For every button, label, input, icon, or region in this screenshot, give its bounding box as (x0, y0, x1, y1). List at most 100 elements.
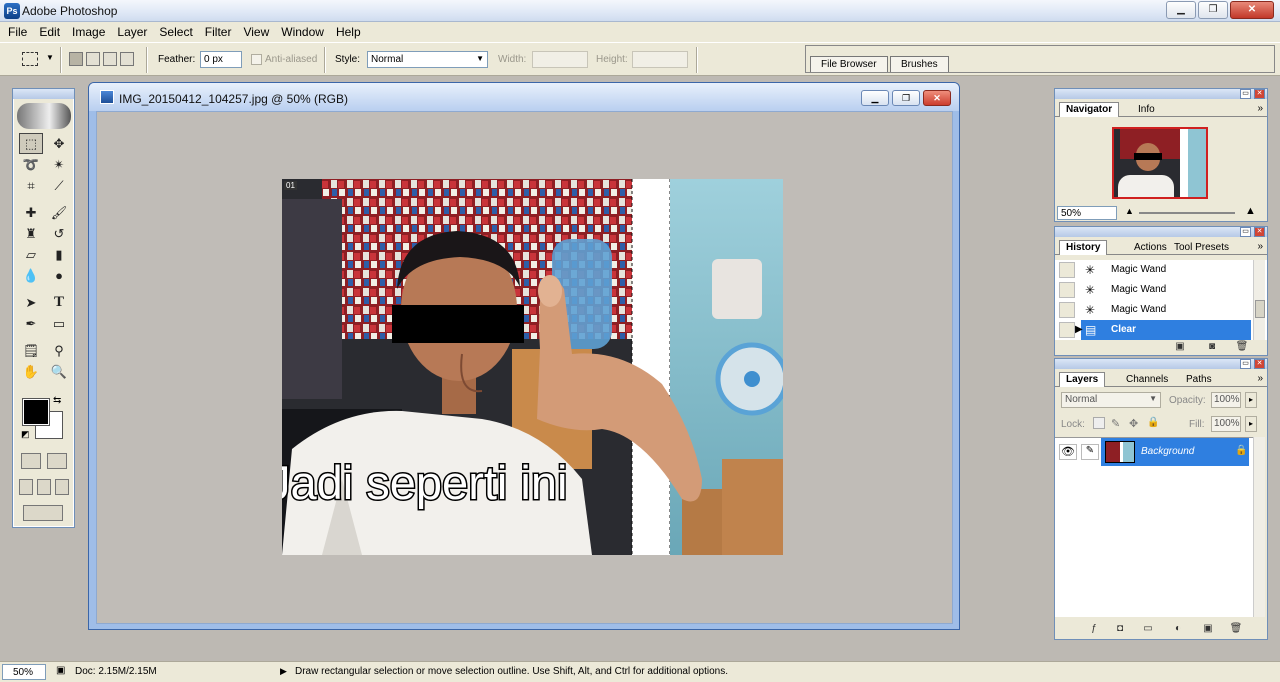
subtract-selection-icon[interactable] (103, 52, 117, 66)
tool-preset-dropdown-icon[interactable]: ▼ (46, 53, 54, 62)
new-snapshot-icon[interactable]: ◙ (1205, 341, 1219, 353)
pen-tool-icon[interactable]: ✒ (19, 313, 43, 334)
menu-help[interactable]: Help (330, 22, 367, 42)
move-tool-icon[interactable]: ✥ (47, 133, 71, 154)
dodge-tool-icon[interactable]: ● (47, 265, 71, 286)
healing-brush-tool-icon[interactable]: ✚ (19, 202, 43, 223)
history-item-selected[interactable]: ▶ ▤ Clear (1055, 320, 1255, 340)
panel-minimize-icon[interactable]: ▭ (1240, 89, 1251, 99)
clone-stamp-tool-icon[interactable]: ♜ (19, 223, 43, 244)
lock-move-icon[interactable]: ✥ (1129, 417, 1138, 430)
zoom-tool-icon[interactable]: 🔍 (47, 361, 71, 382)
tab-paths[interactable]: Paths (1179, 372, 1219, 387)
rectangle-tool-icon[interactable]: ▭ (47, 313, 71, 334)
document-canvas[interactable]: 01 Jadi seperti ini (96, 111, 953, 624)
lock-all-icon[interactable]: 🔒 (1147, 417, 1159, 428)
intersect-selection-icon[interactable] (120, 52, 134, 66)
history-item[interactable]: ✳ Magic Wand (1055, 300, 1255, 320)
tab-tool-presets[interactable]: Tool Presets (1167, 240, 1236, 255)
navigator-zoom-field[interactable]: 50% (1057, 206, 1117, 220)
panel-minimize-icon[interactable]: ▭ (1240, 227, 1251, 237)
trash-icon[interactable]: 🗑 (1235, 341, 1249, 353)
rectangular-marquee-tool-icon[interactable]: ⬚ (19, 133, 43, 154)
trash-icon[interactable]: 🗑 (1229, 623, 1243, 635)
layers-panel-header[interactable]: ▭ ✕ (1055, 359, 1267, 369)
foreground-color-swatch[interactable] (22, 398, 50, 426)
opacity-arrow-icon[interactable]: ▸ (1245, 392, 1257, 408)
navigator-preview[interactable] (1112, 127, 1208, 199)
status-arrow-icon[interactable]: ▶ (280, 666, 287, 677)
opacity-field[interactable]: 100% (1211, 392, 1241, 408)
navigator-panel-header[interactable]: ▭ ✕ (1055, 89, 1267, 99)
layer-row[interactable]: 👁 ✎ Background 🔒 (1055, 438, 1255, 466)
full-screen-menu-mode-icon[interactable] (37, 479, 51, 495)
doc-close-button[interactable]: ✕ (923, 90, 951, 106)
brush-tool-icon[interactable]: 🖌 (47, 202, 71, 223)
photo-image[interactable]: 01 Jadi seperti ini (282, 179, 783, 555)
layer-style-icon[interactable]: ƒ (1087, 623, 1101, 635)
tab-info[interactable]: Info (1131, 102, 1162, 117)
navigator-zoom-slider[interactable] (1139, 212, 1235, 214)
full-screen-mode-icon[interactable] (55, 479, 69, 495)
blur-tool-icon[interactable]: 💧 (19, 265, 43, 286)
eye-icon[interactable]: 👁 (1059, 444, 1077, 460)
slice-tool-icon[interactable]: ⟋ (47, 175, 71, 196)
minimize-button[interactable]: ▁ (1166, 1, 1196, 19)
layers-scrollbar[interactable] (1253, 437, 1265, 617)
brush-link-icon[interactable]: ✎ (1081, 444, 1099, 460)
standard-mode-icon[interactable] (21, 453, 41, 469)
jump-to-imageready-icon[interactable] (23, 505, 63, 521)
eraser-tool-icon[interactable]: ▱ (19, 244, 43, 265)
adjustment-layer-icon[interactable]: ◐ (1171, 623, 1185, 635)
adobe-feather-logo[interactable] (17, 103, 71, 129)
status-zoom-field[interactable]: 50% (2, 664, 46, 680)
layer-mask-icon[interactable]: ◘ (1113, 623, 1127, 635)
history-brush-tool-icon[interactable]: ↺ (47, 223, 71, 244)
doc-restore-button[interactable]: ❐ (892, 90, 920, 106)
doc-minimize-button[interactable]: ▁ (861, 90, 889, 106)
blend-mode-select[interactable]: Normal ▼ (1061, 392, 1161, 408)
toolbox-header[interactable] (13, 89, 74, 99)
add-selection-icon[interactable] (86, 52, 100, 66)
menu-edit[interactable]: Edit (33, 22, 66, 42)
panel-close-icon[interactable]: ✕ (1254, 227, 1265, 237)
history-snapshot-checkbox[interactable] (1059, 302, 1075, 318)
close-button[interactable]: ✕ (1230, 1, 1274, 19)
crop-tool-icon[interactable]: ⌗ (19, 175, 43, 196)
path-selection-tool-icon[interactable]: ➤ (19, 292, 43, 313)
menu-file[interactable]: File (2, 22, 33, 42)
new-selection-icon[interactable] (69, 52, 83, 66)
type-tool-icon[interactable]: T (47, 292, 71, 313)
tab-navigator[interactable]: Navigator (1059, 102, 1120, 117)
marquee-tool-preset-icon[interactable] (22, 52, 38, 66)
antialiased-checkbox[interactable] (251, 54, 262, 65)
history-panel-header[interactable]: ▭ ✕ (1055, 227, 1267, 237)
panel-menu-icon[interactable]: » (1257, 103, 1263, 114)
menu-select[interactable]: Select (153, 22, 198, 42)
menu-view[interactable]: View (237, 22, 275, 42)
panel-menu-icon[interactable]: » (1257, 241, 1263, 252)
menu-image[interactable]: Image (66, 22, 111, 42)
standard-screen-mode-icon[interactable] (19, 479, 33, 495)
menu-window[interactable]: Window (275, 22, 330, 42)
quick-mask-mode-icon[interactable] (47, 453, 67, 469)
fill-arrow-icon[interactable]: ▸ (1245, 416, 1257, 432)
history-scrollbar[interactable] (1253, 260, 1265, 340)
new-document-from-state-icon[interactable]: ▣ (1173, 341, 1187, 353)
menu-filter[interactable]: Filter (199, 22, 238, 42)
tab-channels[interactable]: Channels (1119, 372, 1175, 387)
history-item[interactable]: ✳ Magic Wand (1055, 280, 1255, 300)
swap-colors-icon[interactable]: ⇆ (53, 395, 61, 406)
history-item[interactable]: ✳ Magic Wand (1055, 260, 1255, 280)
eyedropper-tool-icon[interactable]: ⚲ (47, 340, 71, 361)
history-snapshot-checkbox[interactable] (1059, 322, 1075, 338)
hand-tool-icon[interactable]: ✋ (19, 361, 43, 382)
document-title-bar[interactable]: IMG_20150412_104257.jpg @ 50% (RGB) ▁ ❐ … (89, 83, 959, 111)
notes-tool-icon[interactable]: 🗒 (19, 340, 43, 361)
panel-menu-icon[interactable]: » (1257, 373, 1263, 384)
panel-close-icon[interactable]: ✕ (1254, 89, 1265, 99)
tab-file-browser[interactable]: File Browser (810, 56, 888, 72)
lock-transparency-icon[interactable] (1093, 417, 1105, 429)
restore-button[interactable]: ❐ (1198, 1, 1228, 19)
panel-close-icon[interactable]: ✕ (1254, 359, 1265, 369)
